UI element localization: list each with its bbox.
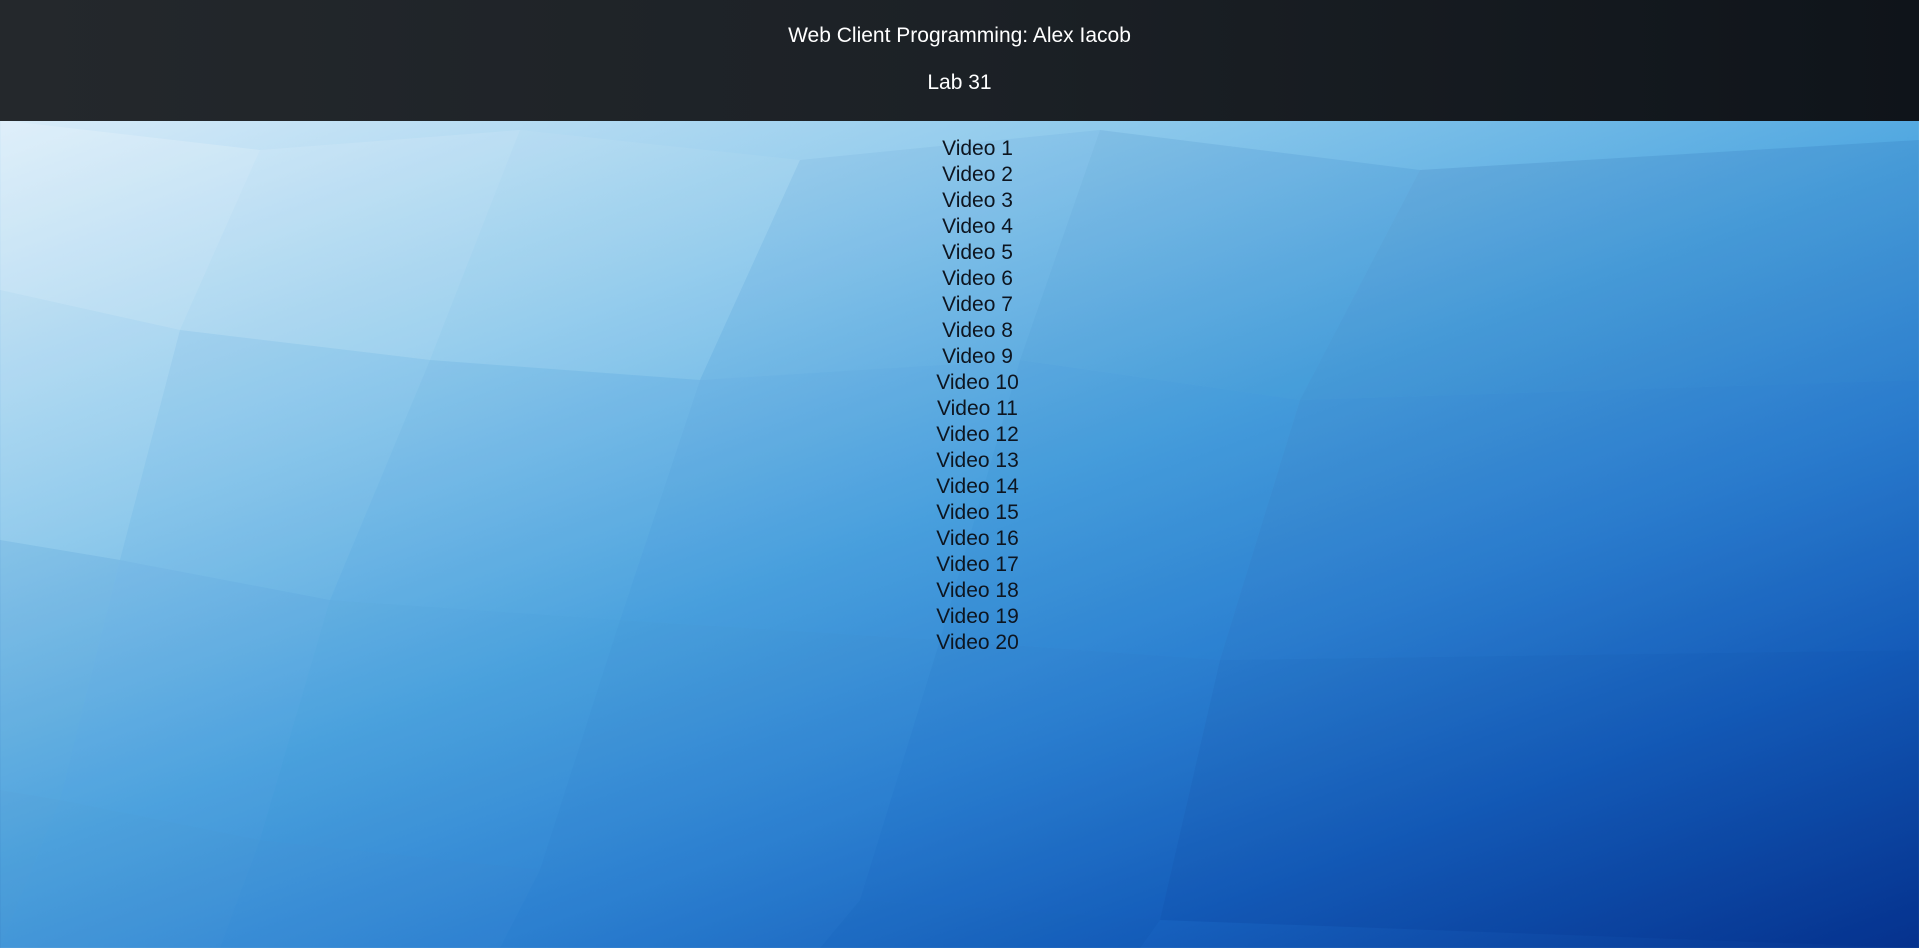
video-link-19[interactable]: Video 19 (0, 604, 1919, 630)
video-link-5[interactable]: Video 5 (0, 240, 1919, 266)
video-link-2[interactable]: Video 2 (0, 162, 1919, 188)
video-link-13[interactable]: Video 13 (0, 448, 1919, 474)
video-link-12[interactable]: Video 12 (0, 422, 1919, 448)
video-link-7[interactable]: Video 7 (0, 292, 1919, 318)
video-link-9[interactable]: Video 9 (0, 344, 1919, 370)
video-link-3[interactable]: Video 3 (0, 188, 1919, 214)
video-link-14[interactable]: Video 14 (0, 474, 1919, 500)
video-link-4[interactable]: Video 4 (0, 214, 1919, 240)
video-link-1[interactable]: Video 1 (0, 136, 1919, 162)
video-link-17[interactable]: Video 17 (0, 552, 1919, 578)
video-link-15[interactable]: Video 15 (0, 500, 1919, 526)
video-link-18[interactable]: Video 18 (0, 578, 1919, 604)
video-link-11[interactable]: Video 11 (0, 396, 1919, 422)
page-header: Web Client Programming: Alex Iacob Lab 3… (0, 0, 1919, 121)
video-link-10[interactable]: Video 10 (0, 370, 1919, 396)
video-list: Video 1 Video 2 Video 3 Video 4 Video 5 … (0, 136, 1919, 656)
video-link-8[interactable]: Video 8 (0, 318, 1919, 344)
video-link-16[interactable]: Video 16 (0, 526, 1919, 552)
video-link-6[interactable]: Video 6 (0, 266, 1919, 292)
video-link-20[interactable]: Video 20 (0, 630, 1919, 656)
page-title: Web Client Programming: Alex Iacob (788, 24, 1131, 47)
page-subtitle: Lab 31 (927, 71, 992, 94)
